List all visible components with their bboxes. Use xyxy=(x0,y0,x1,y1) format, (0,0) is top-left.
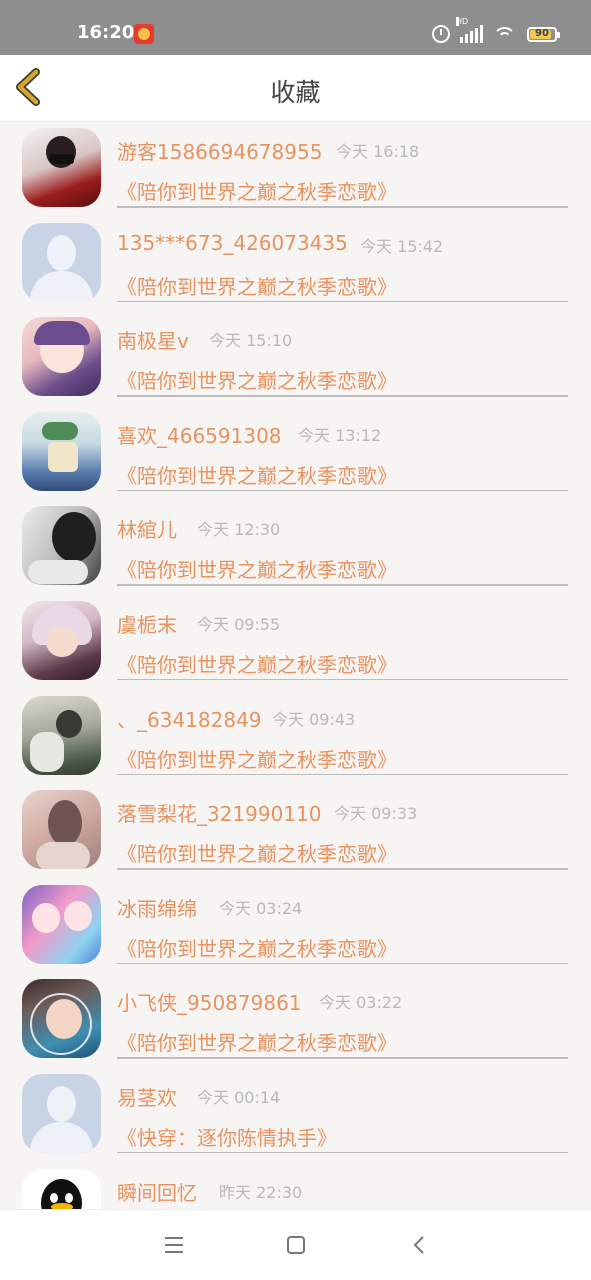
status-time: 16:20 xyxy=(77,22,135,43)
timestamp: 今天 13:12 xyxy=(298,425,382,445)
avatar xyxy=(22,884,101,964)
timestamp: 今天 09:43 xyxy=(272,709,356,729)
book-title-link[interactable]: 《陪你到世界之巅之秋季恋歌》 xyxy=(117,1027,397,1056)
avatar xyxy=(22,506,101,586)
header: 收藏 xyxy=(0,55,591,122)
avatar xyxy=(22,1168,101,1210)
timestamp: 昨天 22:30 xyxy=(219,1182,303,1202)
book-title-link[interactable]: 《陪你到世界之巅之秋季恋歌》 xyxy=(117,365,397,394)
book-title-link[interactable]: 《陪你到世界之巅之秋季恋歌》 xyxy=(117,933,397,962)
list-item[interactable]: 冰雨绵绵 今天 03:24 《陪你到世界之巅之秋季恋歌》 xyxy=(0,879,591,974)
divider xyxy=(117,868,568,870)
timestamp: 今天 15:42 xyxy=(360,236,444,256)
signal-icon: HD xyxy=(456,17,483,43)
list-item[interactable]: 林綰儿 今天 12:30 《陪你到世界之巅之秋季恋歌》 xyxy=(0,500,591,595)
user-name: 瞬间回忆 xyxy=(117,1180,197,1205)
battery-level: 90 xyxy=(535,27,549,39)
user-name: 小飞侠_950879861 xyxy=(117,991,302,1016)
avatar xyxy=(22,790,101,870)
page-title: 收藏 xyxy=(270,78,321,107)
status-bar: 16:20 HD 90 xyxy=(0,0,591,55)
list-item[interactable]: 南极星v 今天 15:10 《陪你到世界之巅之秋季恋歌》 xyxy=(0,311,591,406)
user-name: 游客1586694678955 xyxy=(117,140,323,164)
avatar xyxy=(22,222,101,302)
system-nav-bar xyxy=(0,1209,591,1280)
divider xyxy=(117,395,568,397)
back-triangle-icon xyxy=(413,1236,424,1254)
divider xyxy=(117,489,568,492)
divider xyxy=(117,962,568,965)
user-name: 林綰儿 xyxy=(117,518,177,543)
list-item[interactable]: 易茎欢 今天 00:14 《快穿：逐你陈情执手》 xyxy=(0,1068,591,1163)
favorites-list[interactable]: 游客1586694678955 今天 16:18 《陪你到世界之巅之秋季恋歌》 … xyxy=(0,122,591,1210)
timestamp: 今天 09:33 xyxy=(334,804,418,824)
list-item[interactable]: 小飞侠_950879861 今天 03:22 《陪你到世界之巅之秋季恋歌》 xyxy=(0,973,591,1068)
home-button[interactable] xyxy=(284,1234,308,1256)
avatar xyxy=(22,317,101,397)
book-title-link[interactable]: 《陪你到世界之巅之秋季恋歌》 xyxy=(117,460,397,489)
timestamp: 今天 00:14 xyxy=(197,1087,281,1107)
timestamp: 今天 16:18 xyxy=(336,142,420,161)
book-title-link[interactable]: 《陪你到世界之巅之秋季恋歌》 xyxy=(117,554,397,583)
list-item[interactable]: 虞栀末 今天 09:55 《陪你到世界之巅之秋季恋歌》 xyxy=(0,595,591,690)
system-back-button[interactable] xyxy=(408,1234,432,1256)
divider xyxy=(117,773,568,776)
timestamp: 今天 15:10 xyxy=(209,331,293,351)
timestamp: 今天 12:30 xyxy=(197,520,281,540)
timestamp: 今天 09:55 xyxy=(197,614,281,634)
user-name: 落雪梨花_321990110 xyxy=(117,802,322,827)
book-title-link[interactable]: 《陪你到世界之巅之秋季恋歌》 xyxy=(117,271,397,300)
divider xyxy=(117,584,568,586)
user-name: 南极星v xyxy=(117,329,189,354)
wifi-icon xyxy=(493,25,517,43)
user-name: 、_634182849 xyxy=(117,707,262,732)
book-title-link[interactable]: 《陪你到世界之巅之秋季恋歌》 xyxy=(117,649,397,678)
list-item[interactable]: 135***673_426073435 今天 15:42 《陪你到世界之巅之秋季… xyxy=(0,217,591,312)
list-item[interactable]: 、_634182849 今天 09:43 《陪你到世界之巅之秋季恋歌》 xyxy=(0,690,591,785)
list-item[interactable]: 瞬间回忆 昨天 22:30 xyxy=(0,1163,591,1210)
network-hd-label: HD xyxy=(456,17,469,26)
divider xyxy=(117,1151,568,1154)
avatar xyxy=(22,128,101,207)
app-notification-icon xyxy=(134,24,154,44)
menu-icon xyxy=(165,1237,183,1253)
timestamp: 今天 03:22 xyxy=(319,993,403,1013)
list-item[interactable]: 游客1586694678955 今天 16:18 《陪你到世界之巅之秋季恋歌》 xyxy=(0,122,591,217)
menu-button[interactable] xyxy=(162,1234,186,1256)
alarm-icon xyxy=(432,25,450,43)
avatar xyxy=(22,979,101,1059)
divider xyxy=(117,1057,568,1059)
user-name: 135***673_426073435 xyxy=(117,230,348,255)
avatar xyxy=(22,600,101,680)
user-name: 易茎欢 xyxy=(117,1085,177,1110)
avatar xyxy=(22,1073,101,1153)
book-title-link[interactable]: 《陪你到世界之巅之秋季恋歌》 xyxy=(117,744,397,773)
user-name: 冰雨绵绵 xyxy=(117,896,197,921)
list-item[interactable]: 落雪梨花_321990110 今天 09:33 《陪你到世界之巅之秋季恋歌》 xyxy=(0,784,591,879)
battery-icon: 90 xyxy=(527,26,560,42)
avatar xyxy=(22,695,101,775)
user-name: 虞栀末 xyxy=(117,612,177,637)
timestamp: 今天 03:24 xyxy=(219,898,303,918)
book-title-link[interactable]: 《快穿：逐你陈情执手》 xyxy=(117,1122,337,1151)
user-name: 喜欢_466591308 xyxy=(117,423,282,448)
divider xyxy=(117,206,568,208)
avatar xyxy=(22,411,101,491)
divider xyxy=(117,678,568,681)
home-square-icon xyxy=(287,1236,305,1254)
divider xyxy=(117,300,568,303)
book-title-link[interactable]: 《陪你到世界之巅之秋季恋歌》 xyxy=(117,838,397,867)
list-item[interactable]: 喜欢_466591308 今天 13:12 《陪你到世界之巅之秋季恋歌》 xyxy=(0,406,591,501)
book-title-link[interactable]: 《陪你到世界之巅之秋季恋歌》 xyxy=(117,176,397,205)
